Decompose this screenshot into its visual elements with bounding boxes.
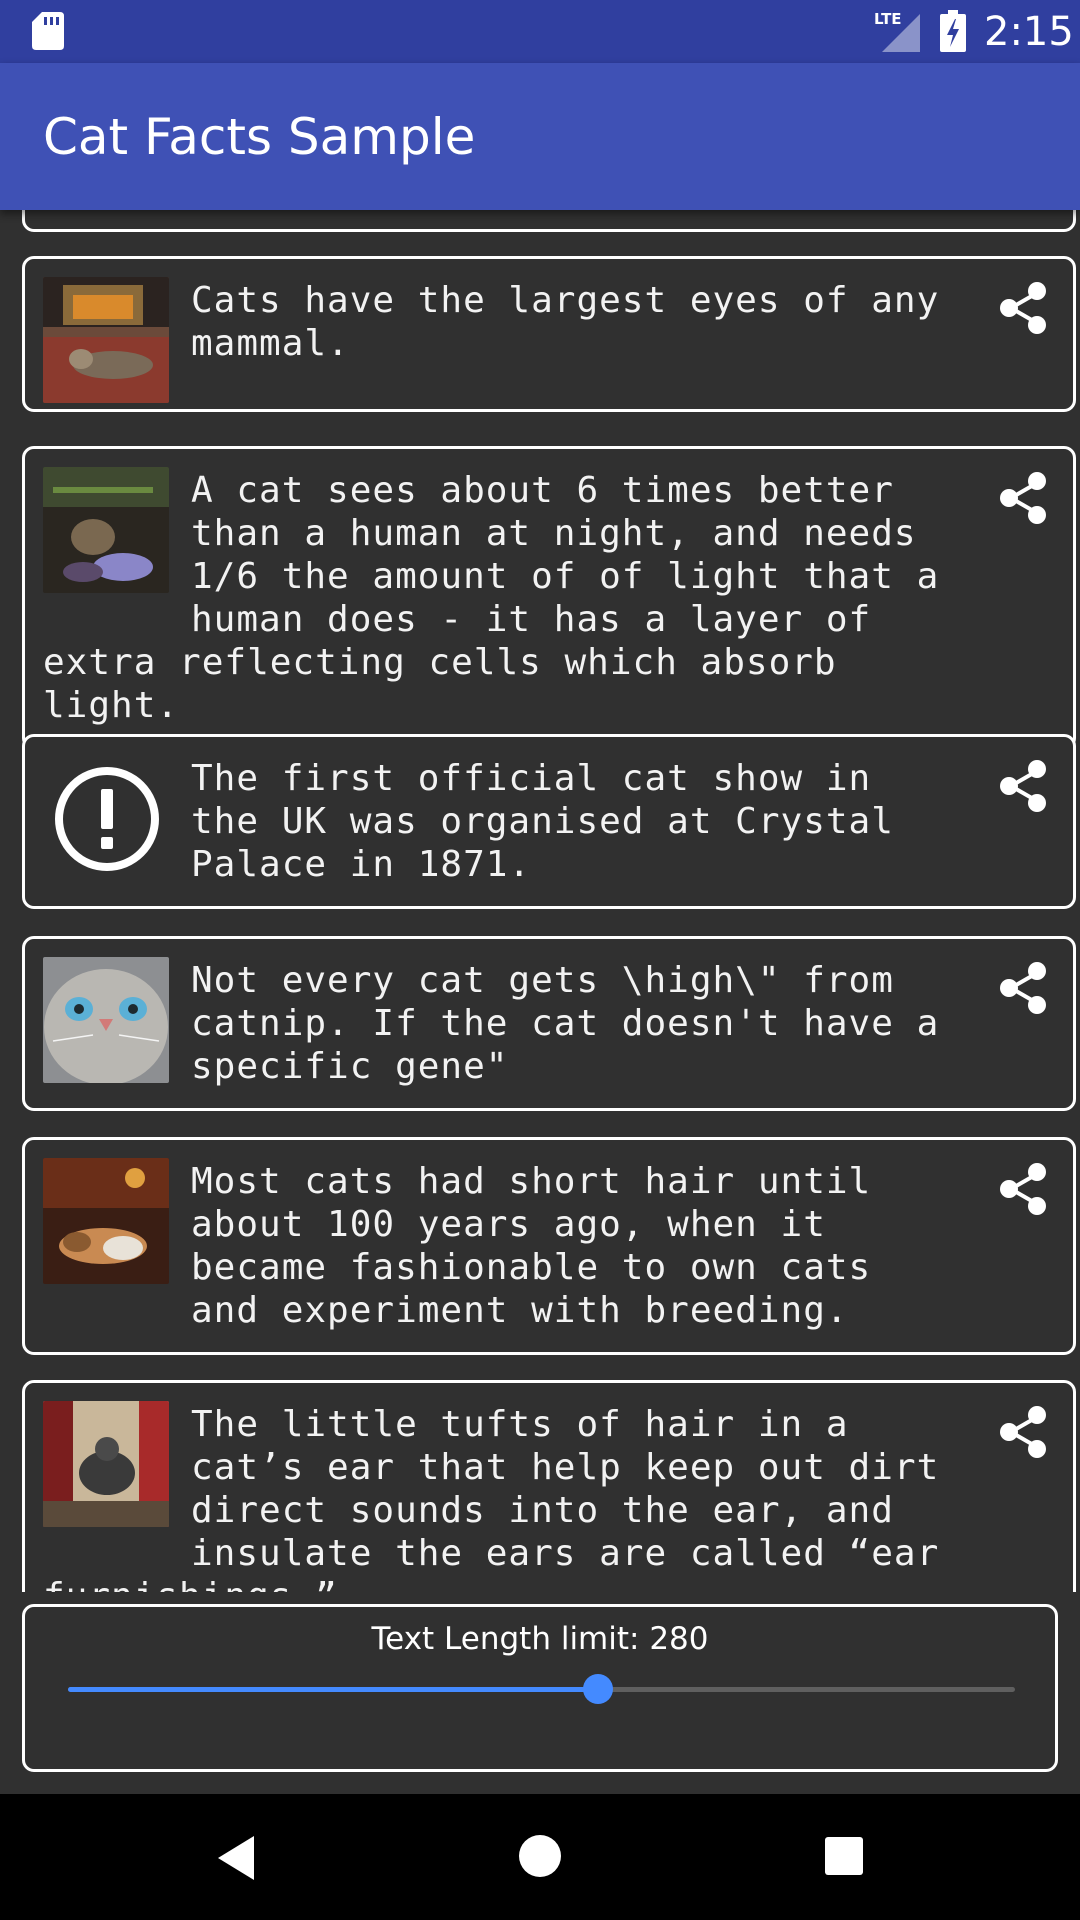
share-icon[interactable]	[997, 1162, 1051, 1216]
app-title: Cat Facts Sample	[43, 108, 476, 166]
network-type-label: LTE	[874, 10, 902, 28]
fact-card[interactable]: The little tufts of hair in a cat’s ear …	[22, 1380, 1076, 1592]
home-icon[interactable]	[518, 1834, 562, 1878]
share-icon[interactable]	[997, 961, 1051, 1015]
fact-card[interactable]: Most cats had short hair until about 100…	[22, 1137, 1076, 1355]
fact-text: Most cats had short hair until about 100…	[191, 1161, 872, 1331]
fact-card[interactable]: A cat sees about 6 times better than a h…	[22, 446, 1076, 750]
navigation-bar	[0, 1794, 1080, 1920]
share-icon[interactable]	[997, 759, 1051, 813]
cat-thumbnail	[43, 1158, 169, 1284]
cat-thumbnail	[43, 957, 169, 1083]
clock: 2:15	[984, 9, 1074, 55]
recents-icon[interactable]	[824, 1836, 864, 1876]
alert-icon	[55, 767, 159, 871]
slider-thumb[interactable]	[583, 1674, 614, 1704]
fact-text: The first official cat show in the UK wa…	[191, 758, 894, 885]
share-icon[interactable]	[997, 471, 1051, 525]
battery-charging-icon	[940, 10, 966, 52]
cat-thumbnail	[43, 277, 169, 403]
fact-card[interactable]: Cats have the largest eyes of any mammal…	[22, 256, 1076, 412]
fact-text: The little tufts of hair in a cat’s ear …	[43, 1404, 940, 1592]
text-length-panel: Text Length limit: 280	[22, 1604, 1058, 1772]
back-icon[interactable]	[214, 1834, 258, 1882]
facts-list[interactable]: Cats have the largest eyes of any mammal…	[0, 210, 1080, 1592]
slider-label: Text Length limit: 280	[371, 1621, 709, 1657]
app-bar: Cat Facts Sample	[0, 63, 1080, 210]
fact-card[interactable]: The first official cat show in the UK wa…	[22, 734, 1076, 909]
fact-text: Not every cat gets \high\" from catnip. …	[191, 960, 940, 1087]
fact-card[interactable]: Not every cat gets \high\" from catnip. …	[22, 936, 1076, 1111]
fact-card[interactable]	[22, 210, 1076, 232]
slider-fill	[68, 1687, 599, 1692]
share-icon[interactable]	[997, 281, 1051, 335]
sd-card-icon	[32, 12, 64, 50]
share-icon[interactable]	[997, 1405, 1051, 1459]
cat-thumbnail	[43, 1401, 169, 1527]
fact-text: Cats have the largest eyes of any mammal…	[191, 280, 940, 364]
cat-thumbnail	[43, 467, 169, 593]
fact-text: A cat sees about 6 times better than a h…	[43, 470, 940, 726]
text-length-slider[interactable]	[68, 1674, 1015, 1704]
status-bar: LTE 2:15	[0, 0, 1080, 63]
